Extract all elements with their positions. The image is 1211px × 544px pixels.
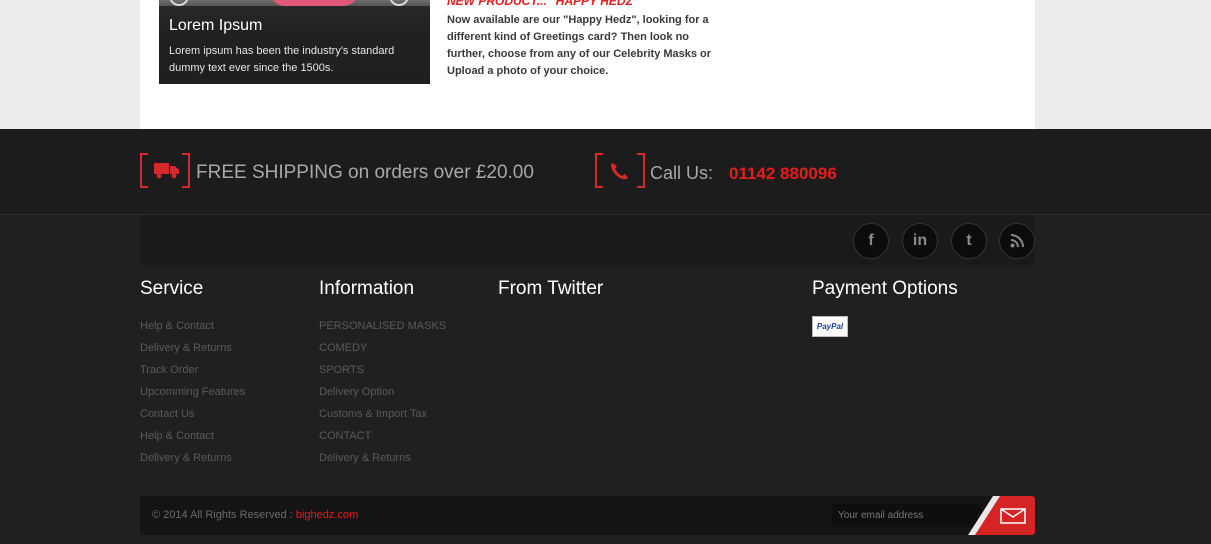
service-link[interactable]: Track Order bbox=[140, 363, 245, 385]
service-link[interactable]: Contact Us bbox=[140, 407, 245, 429]
service-link[interactable]: Delivery & Returns bbox=[140, 341, 245, 363]
promo-text: Lorem ipsum has been the industry's stan… bbox=[169, 45, 395, 74]
service-link[interactable]: Delivery & Returns bbox=[140, 451, 245, 473]
linkedin-icon[interactable]: in bbox=[902, 223, 938, 259]
site-link[interactable]: bighedz.com bbox=[296, 509, 358, 521]
service-title: Service bbox=[140, 278, 204, 299]
bottom-bar: © 2014 All Rights Reserved : bighedz.com bbox=[140, 496, 1035, 535]
copyright: © 2014 All Rights Reserved : bighedz.com bbox=[152, 509, 358, 521]
newsletter-email-input[interactable] bbox=[832, 504, 982, 527]
news-text: Now available are our "Happy Hedz", look… bbox=[447, 14, 712, 77]
envelope-icon bbox=[1000, 508, 1026, 524]
information-title: Information bbox=[319, 278, 415, 299]
information-link[interactable]: COMEDY bbox=[319, 341, 446, 363]
info-strip: FREE SHIPPING on orders over £20.00 Call… bbox=[0, 129, 1211, 215]
service-link[interactable]: Help & Contact bbox=[140, 319, 245, 341]
twitter-icon[interactable]: t bbox=[951, 223, 987, 259]
service-list: Help & Contact Delivery & Returns Track … bbox=[140, 319, 245, 473]
promo-banner[interactable]: Lorem Ipsum Lorem ipsum has been the ind… bbox=[159, 0, 430, 84]
information-link[interactable]: Customs & Import Tax bbox=[319, 407, 446, 429]
information-link[interactable]: SPORTS bbox=[319, 363, 446, 385]
information-list: PERSONALISED MASKS COMEDY SPORTS Deliver… bbox=[319, 319, 446, 473]
facebook-icon[interactable]: f bbox=[853, 223, 889, 259]
service-link[interactable]: Upcomming Features bbox=[140, 385, 245, 407]
truck-icon bbox=[140, 153, 190, 188]
content-inner: Lorem Ipsum Lorem ipsum has been the ind… bbox=[140, 0, 1035, 129]
information-link[interactable]: Delivery & Returns bbox=[319, 451, 446, 473]
information-link[interactable]: PERSONALISED MASKS bbox=[319, 319, 446, 341]
free-shipping-text: FREE SHIPPING on orders over £20.00 bbox=[196, 162, 534, 183]
phone-number[interactable]: 01142 880096 bbox=[729, 164, 837, 184]
information-link[interactable]: Delivery Option bbox=[319, 385, 446, 407]
payment-title: Payment Options bbox=[812, 278, 958, 299]
promo-caption: Lorem Ipsum Lorem ipsum has been the ind… bbox=[159, 6, 430, 84]
information-link[interactable]: CONTACT bbox=[319, 429, 446, 451]
promo-title: Lorem Ipsum bbox=[169, 17, 263, 34]
copyright-text: © 2014 All Rights Reserved : bbox=[152, 509, 293, 521]
news-heading[interactable]: NEW PRODUCT... "HAPPY HEDZ" bbox=[447, 0, 639, 8]
phone-icon bbox=[595, 153, 645, 188]
rss-icon[interactable] bbox=[999, 223, 1035, 259]
service-link[interactable]: Help & Contact bbox=[140, 429, 245, 451]
twitter-title: From Twitter bbox=[498, 278, 604, 299]
social-bar: f in t bbox=[140, 215, 1035, 265]
paypal-logo: PayPal bbox=[812, 316, 848, 337]
paypal-logo-text: PayPal bbox=[816, 322, 844, 331]
content-area: Lorem Ipsum Lorem ipsum has been the ind… bbox=[0, 0, 1211, 129]
call-us-label: Call Us: bbox=[650, 163, 714, 183]
